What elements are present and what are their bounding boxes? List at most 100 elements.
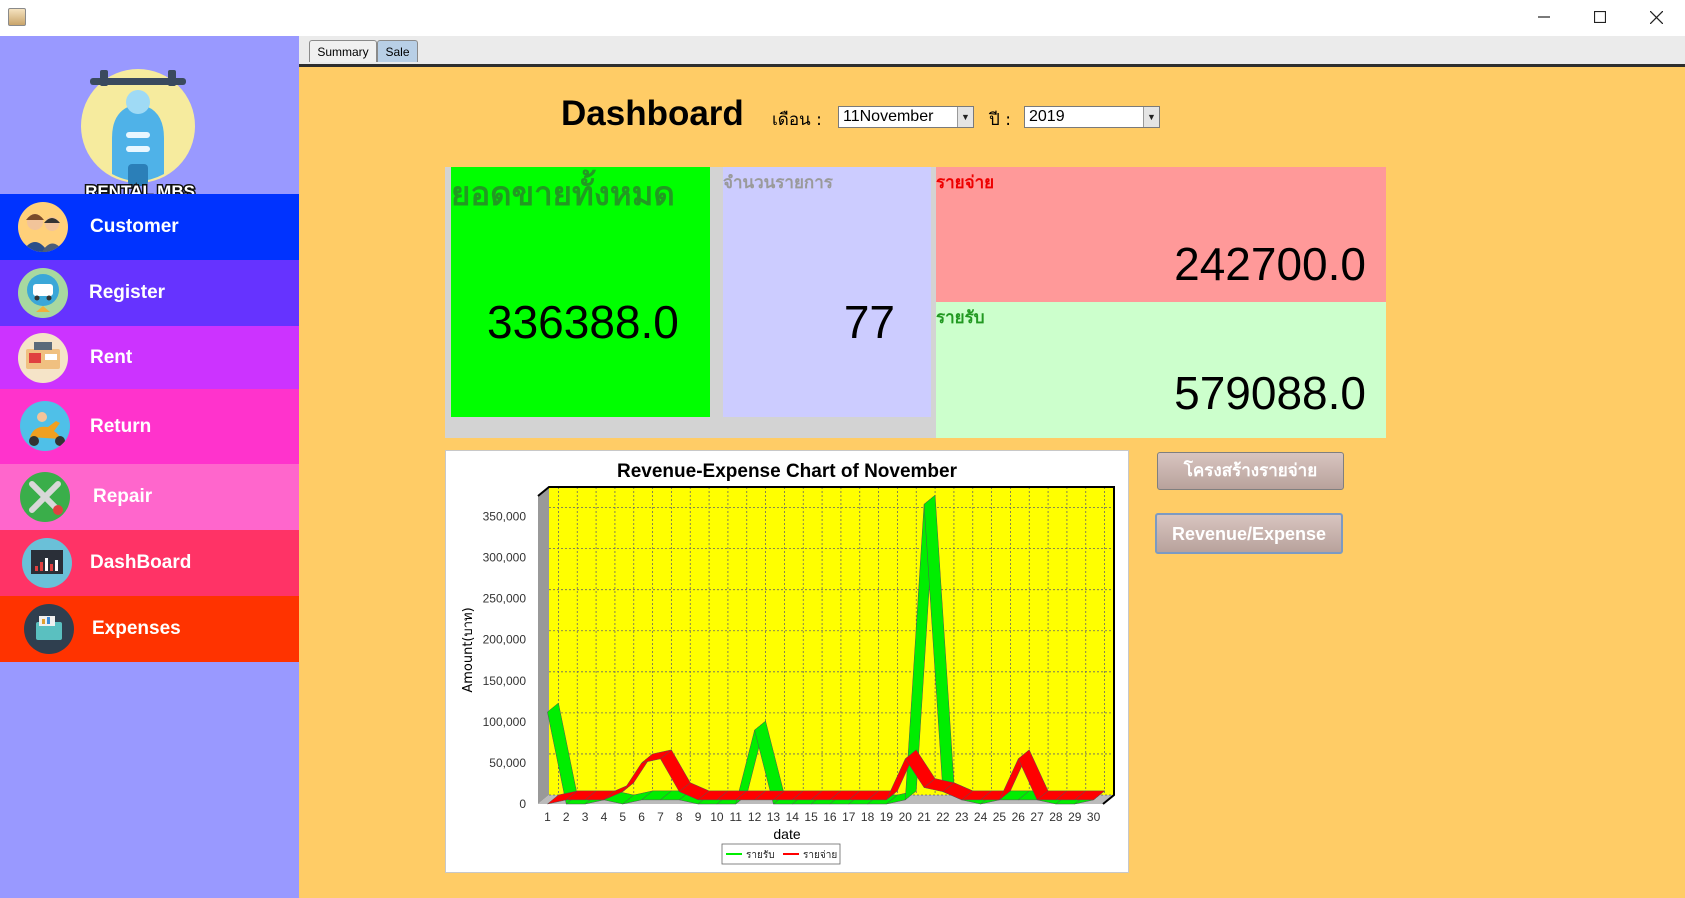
x-tick-label: 1 bbox=[544, 810, 551, 824]
y-tick-label: 0 bbox=[519, 797, 526, 811]
y-tick-label: 100,000 bbox=[483, 715, 527, 729]
month-select[interactable]: 11November ▼ bbox=[838, 106, 974, 128]
x-tick-label: 21 bbox=[917, 810, 931, 824]
x-tick-label: 26 bbox=[1012, 810, 1026, 824]
x-tick-label: 11 bbox=[730, 810, 743, 824]
expense-value: 242700.0 bbox=[1174, 238, 1366, 290]
y-tick-label: 200,000 bbox=[483, 633, 527, 647]
income-value: 579088.0 bbox=[1174, 367, 1366, 419]
sidebar-item-label: Rent bbox=[90, 346, 133, 368]
year-select[interactable]: 2019 ▼ bbox=[1024, 106, 1160, 128]
window-titlebar bbox=[0, 0, 1685, 36]
revenue-expense-chart: Revenue-Expense Chart of November 0 50,000… bbox=[445, 450, 1129, 873]
y-axis-label: Amount(บาท) bbox=[461, 607, 476, 692]
x-tick-label: 3 bbox=[582, 810, 589, 824]
sidebar-item-customer[interactable]: Customer bbox=[0, 194, 299, 260]
x-tick-label: 22 bbox=[936, 810, 950, 824]
close-icon bbox=[1649, 10, 1663, 24]
page-title: Dashboard bbox=[561, 94, 744, 133]
total-sales-card: ยอดขายทั้งหมด 336388.0 bbox=[451, 167, 710, 417]
sidebar-item-label: Customer bbox=[90, 216, 179, 237]
rent-icon bbox=[18, 333, 68, 383]
expense-card: รายจ่าย 242700.0 bbox=[936, 167, 1386, 302]
repair-icon bbox=[20, 472, 70, 522]
y-tick-label: 150,000 bbox=[483, 674, 527, 688]
dashboard-icon bbox=[22, 538, 72, 588]
minimize-icon bbox=[1538, 16, 1550, 18]
item-count-label: จำนวนรายการ bbox=[723, 173, 833, 193]
year-select-value: 2019 bbox=[1029, 108, 1065, 125]
minimize-button[interactable] bbox=[1515, 0, 1573, 34]
x-tick-label: 14 bbox=[786, 810, 800, 824]
y-tick-label: 50,000 bbox=[489, 756, 526, 770]
x-tick-label: 20 bbox=[899, 810, 913, 824]
month-label: เดือน : bbox=[772, 110, 822, 130]
x-tick-label: 16 bbox=[823, 810, 837, 824]
sidebar-item-label: Return bbox=[90, 415, 152, 437]
legend-label: รายจ่าย bbox=[803, 850, 837, 861]
java-app-icon bbox=[8, 8, 26, 26]
chevron-down-icon: ▼ bbox=[957, 107, 973, 127]
customer-icon bbox=[18, 202, 68, 252]
rental-mbs-logo: RENTAL MBS bbox=[76, 56, 206, 206]
expense-structure-button[interactable]: โครงสร้างรายจ่าย bbox=[1157, 452, 1344, 490]
x-tick-label: 23 bbox=[955, 810, 969, 824]
x-tick-label: 27 bbox=[1030, 810, 1044, 824]
x-tick-label: 10 bbox=[710, 810, 724, 824]
legend-label: รายรับ bbox=[746, 850, 775, 861]
income-label: รายรับ bbox=[936, 308, 985, 328]
sidebar-item-label: Register bbox=[89, 282, 166, 303]
chevron-down-icon: ▼ bbox=[1143, 107, 1159, 127]
y-tick-label: 250,000 bbox=[483, 592, 527, 606]
x-tick-label: 28 bbox=[1049, 810, 1063, 824]
sidebar-item-dashboard[interactable]: DashBoard bbox=[0, 530, 299, 596]
sidebar-item-repair[interactable]: Repair bbox=[0, 464, 299, 530]
x-tick-label: 12 bbox=[748, 810, 762, 824]
total-sales-label: ยอดขายทั้งหมด bbox=[451, 174, 675, 213]
x-axis-label: date bbox=[773, 826, 800, 842]
x-tick-label: 13 bbox=[767, 810, 781, 824]
stats-panel: ยอดขายทั้งหมด 336388.0 จำนวนรายการ 77 รา… bbox=[445, 167, 1386, 438]
sidebar-item-rent[interactable]: Rent bbox=[0, 326, 299, 389]
x-tick-label: 19 bbox=[880, 810, 894, 824]
x-tick-label: 18 bbox=[861, 810, 875, 824]
item-count-value: 77 bbox=[843, 296, 895, 348]
x-tick-label: 9 bbox=[695, 810, 702, 824]
x-tick-label: 4 bbox=[601, 810, 608, 824]
return-icon bbox=[20, 401, 70, 451]
x-tick-label: 6 bbox=[638, 810, 645, 824]
tab-summary[interactable]: Summary bbox=[309, 40, 377, 62]
expense-label: รายจ่าย bbox=[936, 173, 995, 193]
sidebar-item-return[interactable]: Return bbox=[0, 389, 299, 464]
revenue-expense-button[interactable]: Revenue/Expense bbox=[1155, 513, 1343, 554]
expenses-icon bbox=[24, 604, 74, 654]
register-icon bbox=[18, 268, 68, 318]
x-tick-label: 17 bbox=[842, 810, 856, 824]
x-tick-label: 24 bbox=[974, 810, 988, 824]
sidebar: RENTAL MBS Customer Register Rent Return… bbox=[0, 36, 299, 898]
main-panel: Summary Sale Dashboard เดือน : 11Novembe… bbox=[299, 36, 1685, 898]
chart-title: Revenue-Expense Chart of November bbox=[617, 461, 958, 482]
sidebar-item-expenses[interactable]: Expenses bbox=[0, 596, 299, 662]
maximize-button[interactable] bbox=[1571, 0, 1629, 34]
x-tick-label: 15 bbox=[804, 810, 818, 824]
y-tick-label: 350,000 bbox=[483, 510, 527, 524]
maximize-icon bbox=[1594, 11, 1606, 23]
x-tick-label: 25 bbox=[993, 810, 1007, 824]
close-button[interactable] bbox=[1627, 0, 1685, 34]
sidebar-item-label: Expenses bbox=[92, 618, 181, 639]
x-tick-label: 29 bbox=[1068, 810, 1082, 824]
x-tick-label: 8 bbox=[676, 810, 683, 824]
total-sales-value: 336388.0 bbox=[487, 296, 679, 348]
tab-sale[interactable]: Sale bbox=[377, 40, 418, 62]
month-select-value: 11November bbox=[843, 108, 934, 125]
chart-svg: Revenue-Expense Chart of November 0 50,000… bbox=[461, 461, 1115, 865]
x-tick-label: 2 bbox=[563, 810, 570, 824]
sidebar-item-register[interactable]: Register bbox=[0, 260, 299, 326]
x-tick-label: 7 bbox=[657, 810, 664, 824]
year-label: ปี : bbox=[989, 110, 1011, 130]
item-count-card: จำนวนรายการ 77 bbox=[723, 167, 931, 417]
income-card: รายรับ 579088.0 bbox=[936, 302, 1386, 438]
chart-left-wall bbox=[538, 487, 549, 804]
sidebar-item-label: DashBoard bbox=[90, 552, 192, 573]
